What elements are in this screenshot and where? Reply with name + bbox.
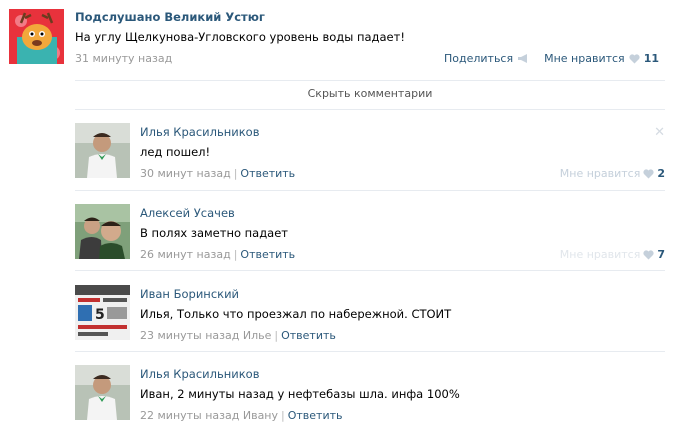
like-count: 11: [643, 52, 659, 65]
post-author[interactable]: Подслушано Великий Устюг: [75, 10, 265, 24]
post-text: На углу Щелкунова-Угловского уровень вод…: [75, 30, 405, 44]
like-count: 7: [657, 248, 665, 261]
divider: [75, 190, 665, 191]
separator: |: [281, 409, 285, 422]
megaphone-icon: [517, 53, 529, 64]
comment-timestamp[interactable]: 30 минут назад: [140, 167, 231, 180]
avatar[interactable]: [75, 123, 130, 178]
divider: [75, 351, 665, 352]
reply-link[interactable]: Ответить: [240, 167, 295, 180]
avatar[interactable]: [75, 204, 130, 259]
comment-timestamp[interactable]: 22 минуты назад Ивану: [140, 409, 278, 422]
comment-timestamp[interactable]: 26 минут назад: [140, 248, 231, 261]
comment-author[interactable]: Илья Красильников: [140, 367, 260, 381]
reply-link[interactable]: Ответить: [281, 329, 336, 342]
comment-like-button[interactable]: Мне нравится 7: [560, 248, 665, 261]
divider: [75, 80, 665, 81]
post-actions: Поделиться Мне нравится 11: [444, 52, 659, 65]
comment-item: Алексей Усачев В полях заметно падает 26…: [75, 204, 665, 284]
divider: [75, 109, 665, 110]
comment-text: Илья, Только что проезжал по набережной.…: [140, 307, 452, 321]
comment-item: Илья Красильников лед пошел! 30 минут на…: [75, 123, 665, 203]
reply-link[interactable]: Ответить: [288, 409, 343, 422]
group-avatar[interactable]: [9, 9, 64, 64]
separator: |: [233, 248, 238, 261]
comment-author[interactable]: Иван Боринский: [140, 287, 239, 301]
share-label: Поделиться: [443, 52, 514, 65]
like-label: Мне нравится: [559, 167, 641, 180]
comment-meta: 26 минут назад | Ответить: [140, 248, 295, 261]
divider: [75, 270, 665, 271]
like-count: 2: [657, 167, 665, 180]
share-button[interactable]: Поделиться: [444, 52, 529, 65]
close-icon[interactable]: ✕: [654, 125, 665, 140]
comment-timestamp[interactable]: 23 минуты назад Илье: [140, 329, 271, 342]
reply-link[interactable]: Ответить: [240, 248, 295, 261]
comment-item: 5 Иван Боринский Илья, Только что проезж…: [75, 285, 665, 365]
like-label: Мне нравится: [544, 52, 625, 65]
svg-text:5: 5: [95, 307, 105, 323]
comment-text: лед пошел!: [140, 145, 211, 159]
hide-comments-link[interactable]: Скрыть комментарии: [75, 87, 665, 100]
comment-item: Илья Красильников Иван, 2 минуты назад у…: [75, 365, 665, 445]
comment-meta: 30 минут назад | Ответить: [140, 167, 295, 180]
heart-icon: [629, 53, 640, 64]
comment-like-button[interactable]: Мне нравится 2: [560, 167, 665, 180]
separator: |: [233, 167, 238, 180]
comment-text: В полях заметно падает: [140, 226, 288, 240]
avatar[interactable]: [75, 365, 130, 420]
comment-text: Иван, 2 минуты назад у нефтебазы шла. ин…: [140, 387, 460, 401]
avatar[interactable]: 5: [75, 285, 130, 340]
post-timestamp[interactable]: 31 минуту назад: [75, 52, 172, 65]
comment-author[interactable]: Алексей Усачев: [140, 206, 235, 220]
like-label: Мне нравится: [559, 248, 641, 261]
comment-meta: 22 минуты назад Ивану | Ответить: [140, 409, 343, 422]
heart-icon: [643, 168, 654, 179]
comment-author[interactable]: Илья Красильников: [140, 125, 260, 139]
heart-icon: [643, 249, 654, 260]
separator: |: [274, 329, 279, 342]
comment-meta: 23 минуты назад Илье | Ответить: [140, 329, 336, 342]
like-button[interactable]: Мне нравится 11: [544, 52, 659, 65]
